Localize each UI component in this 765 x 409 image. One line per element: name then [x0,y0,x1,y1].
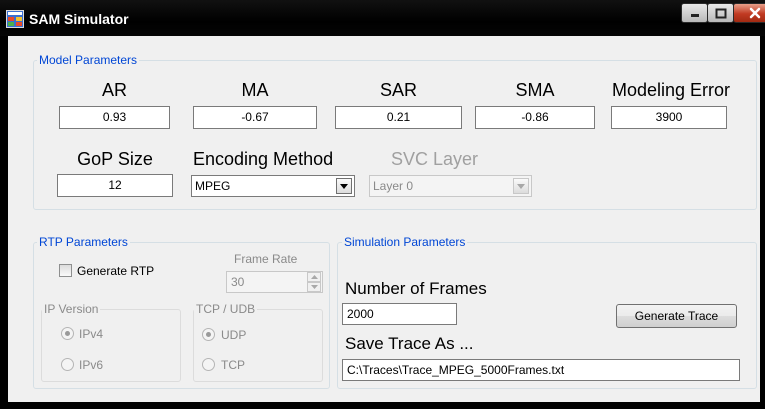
sar-input[interactable]: 0.21 [335,106,462,129]
chevron-down-icon[interactable] [336,178,352,194]
generate-trace-button[interactable]: Generate Trace [616,304,737,328]
save-trace-as-label: Save Trace As ... [345,334,474,353]
generate-rtp-label: Generate RTP [77,264,155,278]
frame-rate-value: 30 [231,275,245,289]
svc-layer-value: Layer 0 [373,179,414,193]
ip-version-group [41,309,181,382]
ipv6-label: IPv6 [79,358,104,372]
model-parameters-legend: Model Parameters [37,53,140,67]
svc-layer-label: SVC Layer [391,149,479,169]
tcp-label: TCP [221,358,245,372]
title-bar[interactable]: SAM Simulator [0,0,765,36]
maximize-button[interactable] [707,3,734,23]
modeling-error-label: Modeling Error [611,80,731,100]
encoding-method-label: Encoding Method [193,149,334,169]
spin-down-icon[interactable] [307,282,321,292]
number-of-frames-input[interactable]: 2000 [342,303,457,325]
rtp-parameters-legend: RTP Parameters [37,235,130,249]
frame-rate-input[interactable]: 30 [226,271,323,293]
generate-rtp-checkbox[interactable] [59,264,72,277]
chevron-down-icon[interactable] [513,178,529,194]
window-title: SAM Simulator [29,11,129,27]
modeling-error-input[interactable]: 3900 [611,106,727,129]
app-window: SAM Simulator Model Parameters AR 0.93 M… [0,0,765,409]
ma-label: MA [241,80,269,100]
maximize-icon [715,8,726,18]
ar-input[interactable]: 0.93 [59,106,170,129]
tcp-radio[interactable] [202,358,215,371]
sar-label: SAR [379,80,417,100]
spin-up-icon[interactable] [307,272,321,282]
ip-version-legend: IP Version [42,302,101,316]
simulation-parameters-legend: Simulation Parameters [342,235,468,249]
gop-size-input[interactable]: 12 [57,174,173,197]
ar-label: AR [101,80,127,100]
transport-group [193,309,323,382]
number-of-frames-label: Number of Frames [345,279,487,298]
client-area: Model Parameters AR 0.93 MA -0.67 SAR 0.… [8,36,760,402]
close-icon [749,7,761,19]
app-window-icon [6,10,24,28]
ipv4-radio[interactable] [61,327,74,340]
minimize-icon [690,14,699,17]
ipv6-radio[interactable] [61,358,74,371]
gop-size-label: GoP Size [77,149,153,169]
save-path-input[interactable]: C:\Traces\Trace_MPEG_5000Frames.txt [342,359,740,381]
ipv4-label: IPv4 [79,327,104,341]
ma-input[interactable]: -0.67 [193,106,317,129]
minimize-button[interactable] [681,3,708,23]
encoding-method-value: MPEG [195,179,231,193]
frame-rate-label: Frame Rate [234,252,298,266]
udp-label: UDP [221,328,247,342]
close-button[interactable] [733,3,765,23]
transport-legend: TCP / UDB [194,302,258,316]
svc-layer-select[interactable]: Layer 0 [369,175,532,197]
sma-label: SMA [515,80,555,100]
sma-input[interactable]: -0.86 [475,106,595,129]
encoding-method-select[interactable]: MPEG [191,175,355,197]
udp-radio[interactable] [202,328,215,341]
